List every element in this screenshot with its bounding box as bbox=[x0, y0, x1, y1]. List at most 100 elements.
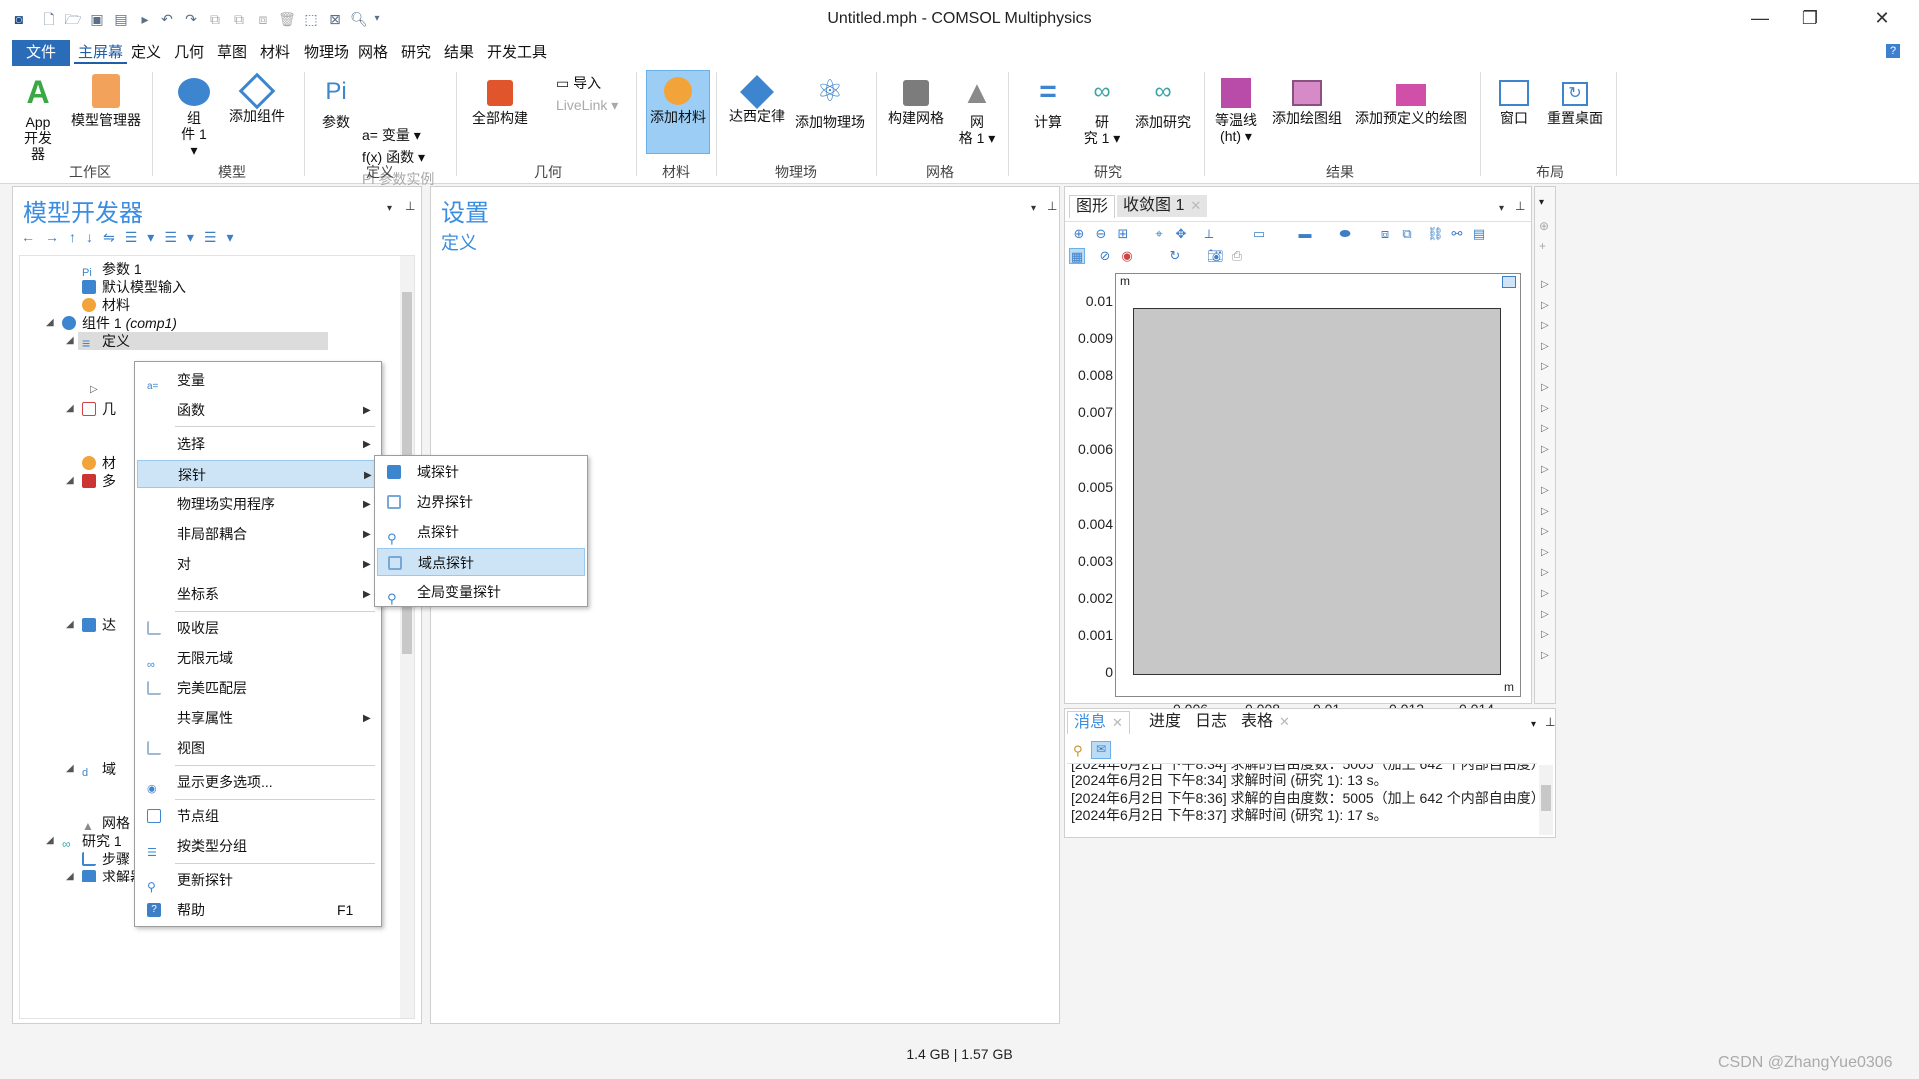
side-expand-arrow-icon[interactable]: ▷ bbox=[1541, 382, 1549, 393]
tab-convergence-plot[interactable]: 收敛图 1 ✕ bbox=[1117, 195, 1208, 217]
menu-item-nonlocal-couplings[interactable]: 非局部耦合 ▶ bbox=[137, 520, 379, 548]
side-expand-arrow-icon[interactable]: ▷ bbox=[1541, 300, 1549, 311]
tree-item-mesh1[interactable]: ▲ 网格 1 bbox=[82, 814, 142, 833]
menu-developer[interactable]: 开发工具 bbox=[483, 42, 551, 64]
message-scrollbar-thumb[interactable] bbox=[1541, 785, 1551, 811]
render-icon[interactable]: ⬬ bbox=[1337, 226, 1353, 242]
side-expand-arrow-icon[interactable]: ▷ bbox=[1541, 629, 1549, 640]
menu-file[interactable]: 文件 bbox=[12, 40, 71, 66]
compute-button[interactable]: = 计算 bbox=[1030, 74, 1066, 130]
side-expand-arrow-icon[interactable]: ▷ bbox=[1541, 609, 1549, 620]
tree-item-darcy[interactable]: 达 bbox=[82, 616, 116, 634]
up-arrow-icon[interactable]: ↑ bbox=[69, 229, 86, 245]
side-expand-arrow-icon[interactable]: ▷ bbox=[1541, 485, 1549, 496]
side-expand-arrow-icon[interactable]: ▷ bbox=[1541, 650, 1549, 661]
help-icon[interactable]: ? bbox=[1886, 44, 1900, 58]
study1-button[interactable]: ∞ 研 究 1 ▾ bbox=[1080, 74, 1124, 146]
menu-study[interactable]: 研究 bbox=[397, 42, 435, 64]
plus-icon[interactable]: + bbox=[1539, 239, 1546, 253]
menu-item-node-group[interactable]: 节点组 bbox=[137, 802, 379, 830]
geometry-domain[interactable] bbox=[1133, 308, 1501, 675]
collapse-arrow-icon[interactable]: ◢ bbox=[66, 475, 74, 486]
zoom-in-icon[interactable]: ⊕ bbox=[1071, 226, 1087, 242]
down-arrow-icon[interactable]: ↓ bbox=[86, 229, 103, 245]
menu-item-functions[interactable]: 函数 ▶ bbox=[137, 396, 379, 424]
camera-icon[interactable]: 📷︎ bbox=[1207, 248, 1224, 264]
tree-item-definitions[interactable]: ≡ 定义 bbox=[82, 332, 130, 351]
zoom-box-icon[interactable]: ⊞ bbox=[1115, 226, 1131, 242]
menu-definitions[interactable]: 定义 bbox=[127, 42, 165, 64]
component-button[interactable]: 组 件 1 ▾ bbox=[176, 74, 212, 158]
menu-item-coordinate-systems[interactable]: 坐标系 ▶ bbox=[137, 580, 379, 608]
panel-menu-chevron-icon[interactable]: ▾ bbox=[1031, 203, 1036, 214]
hide-icon[interactable]: ⚯ bbox=[1449, 226, 1465, 242]
build-all-button[interactable]: 全部构建 bbox=[462, 74, 538, 126]
collapse-arrow-icon[interactable]: ◢ bbox=[66, 763, 74, 774]
show-icon[interactable]: ⇋ bbox=[103, 229, 125, 245]
collapse-arrow-icon[interactable]: ◢ bbox=[66, 335, 74, 346]
close-button[interactable]: ✕ bbox=[1862, 4, 1902, 32]
tree-item-materials[interactable]: 材料 bbox=[82, 296, 130, 314]
tree-scrollbar[interactable] bbox=[400, 256, 414, 1018]
pin-icon[interactable]: ⊥ bbox=[1047, 199, 1057, 213]
axes-icon[interactable]: ⟂ bbox=[1201, 226, 1217, 242]
globe-icon[interactable]: ⊕ bbox=[1539, 219, 1549, 233]
menu-item-point-probe[interactable]: ⚲ 点探针 bbox=[377, 518, 585, 546]
add-component-button[interactable]: 添加组件 bbox=[222, 72, 292, 124]
reset-desktop-button[interactable]: ↻ 重置桌面 bbox=[1540, 74, 1610, 126]
tab-graphics[interactable]: 图形 bbox=[1069, 195, 1116, 218]
menu-item-absorbing-layer[interactable]: 吸收层 bbox=[137, 614, 379, 642]
wireframe-icon[interactable]: ⧉ bbox=[1399, 226, 1415, 242]
parameters-button[interactable]: Pi 参数 bbox=[318, 74, 354, 130]
zoom-out-icon[interactable]: ⊖ bbox=[1093, 226, 1109, 242]
selection-list-icon[interactable]: ▬ bbox=[1297, 226, 1313, 242]
tab-log[interactable]: 日志 bbox=[1189, 711, 1233, 733]
collapse-arrow-icon[interactable]: ◢ bbox=[66, 871, 74, 882]
add-material-button[interactable]: 添加材料 bbox=[646, 70, 710, 154]
side-expand-arrow-icon[interactable]: ▷ bbox=[1541, 403, 1549, 414]
window-button[interactable]: 窗口 bbox=[1494, 74, 1534, 126]
views-icon[interactable]: ▤ bbox=[1471, 226, 1487, 242]
tree-item-default-input[interactable]: 默认模型输入 bbox=[82, 278, 186, 296]
tree-item-component1[interactable]: 组件 1 (comp1) bbox=[62, 314, 177, 332]
add-physics-button[interactable]: ⚛ 添加物理场 bbox=[792, 74, 868, 130]
menu-geometry[interactable]: 几何 bbox=[170, 42, 208, 64]
expand-arrow-icon[interactable]: ▷ bbox=[90, 384, 98, 395]
clear-plot-icon[interactable]: ⊘ bbox=[1097, 248, 1113, 264]
expand-icon[interactable]: ☰▾ bbox=[125, 229, 165, 245]
menu-materials[interactable]: 材料 bbox=[256, 42, 294, 64]
menu-item-pml[interactable]: 完美匹配层 bbox=[137, 674, 379, 702]
menu-item-update-probes[interactable]: ⚲ 更新探针 bbox=[137, 866, 379, 894]
menu-item-physics-utilities[interactable]: 物理场实用程序 ▶ bbox=[137, 490, 379, 518]
print-icon[interactable]: ⎙ bbox=[1229, 248, 1245, 264]
menu-item-pairs[interactable]: 对 ▶ bbox=[137, 550, 379, 578]
refresh-icon[interactable]: ↻ bbox=[1167, 248, 1183, 264]
panel-menu-chevron-icon[interactable]: ▾ bbox=[1499, 203, 1504, 214]
tab-progress[interactable]: 进度 bbox=[1143, 711, 1187, 733]
side-expand-arrow-icon[interactable]: ▷ bbox=[1541, 567, 1549, 578]
tree-item-study1[interactable]: ∞ 研究 1 bbox=[62, 832, 122, 851]
side-expand-arrow-icon[interactable]: ▷ bbox=[1541, 341, 1549, 352]
menu-physics[interactable]: 物理场 bbox=[300, 42, 353, 64]
zoom-extents-icon[interactable]: ⌖ bbox=[1151, 226, 1167, 242]
link-icon[interactable]: ⛓ bbox=[1427, 226, 1444, 242]
menu-item-show-more-options[interactable]: ◉ 显示更多选项... bbox=[137, 768, 379, 796]
build-mesh-button[interactable]: 构建网格 bbox=[884, 74, 948, 126]
collapse-arrow-icon[interactable]: ◢ bbox=[46, 835, 54, 846]
menu-item-infinite-element[interactable]: ∞ 无限元域 bbox=[137, 644, 379, 672]
forward-arrow-icon[interactable]: → bbox=[45, 229, 69, 245]
collapse-icon[interactable]: ☰▾ bbox=[164, 229, 204, 245]
side-expand-arrow-icon[interactable]: ▷ bbox=[1541, 547, 1549, 558]
plot-area[interactable]: m m bbox=[1115, 273, 1521, 697]
close-tab-icon[interactable]: ✕ bbox=[1279, 714, 1290, 729]
tree-item-multiphysics[interactable]: 多 bbox=[82, 472, 116, 490]
menu-mesh[interactable]: 网格 bbox=[354, 42, 392, 64]
menu-item-selections[interactable]: 选择 ▶ bbox=[137, 430, 379, 458]
scene-light-icon[interactable]: ◉ bbox=[1119, 248, 1135, 264]
menu-item-view[interactable]: 视图 bbox=[137, 734, 379, 762]
pan-icon[interactable]: ✥ bbox=[1173, 226, 1189, 242]
panel-menu-chevron-icon[interactable]: ▾ bbox=[387, 203, 392, 214]
add-plot-group-button[interactable]: 添加绘图组 bbox=[1266, 74, 1348, 126]
broom-icon[interactable]: ⚲ bbox=[1073, 743, 1083, 759]
pin-icon[interactable]: ⊥ bbox=[1545, 715, 1555, 729]
